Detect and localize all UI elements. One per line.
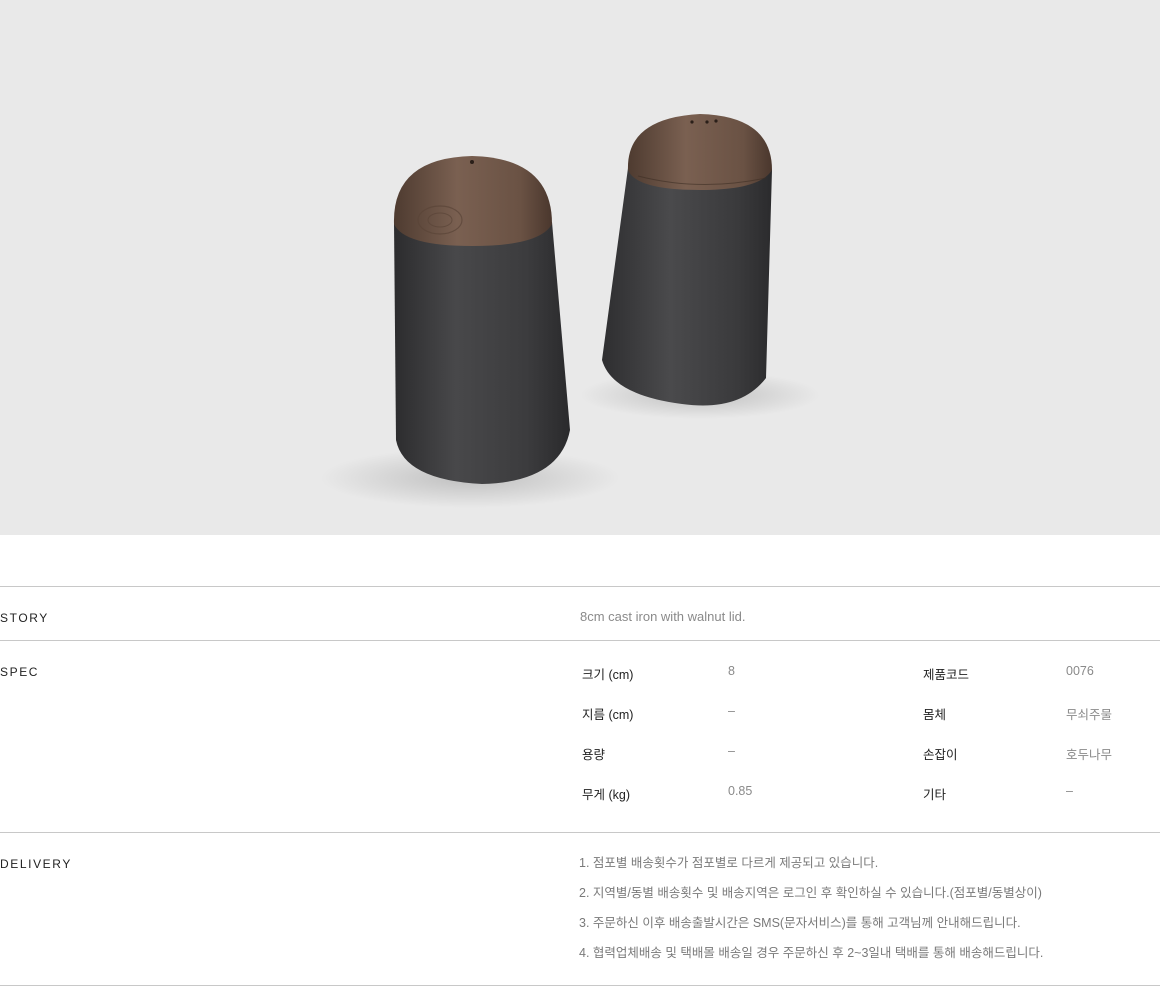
spec-key: 손잡이 — [923, 748, 958, 762]
delivery-label: DELIVERY — [0, 857, 72, 871]
spec-key: 무게 (kg) — [582, 788, 631, 802]
spec-value: 0076 — [1066, 664, 1094, 678]
list-item: 4. 협력업체배송 및 택배몰 배송일 경우 주문하신 후 2~3일내 택배를 … — [579, 946, 1044, 960]
spec-row: 용량 – 손잡이 호두나무 — [580, 734, 1160, 774]
spec-value: – — [728, 704, 735, 718]
delivery-info-list: 1. 점포별 배송횟수가 점포별로 다르게 제공되고 있습니다. 2. 지역별/… — [579, 855, 1043, 975]
story-label: STORY — [0, 611, 49, 625]
spec-row: 무게 (kg) 0.85 기타 – — [580, 774, 1160, 814]
spec-value: 무쇠주물 — [1066, 708, 1113, 722]
story-text: 8cm cast iron with walnut lid. — [580, 609, 746, 624]
salt-pepper-shakers-illustration — [320, 114, 820, 508]
spec-key: 제품코드 — [923, 668, 970, 682]
divider — [0, 640, 1160, 641]
spec-label: SPEC — [0, 665, 40, 679]
product-detail-page: STORY 8cm cast iron with walnut lid. SPE… — [0, 0, 1160, 986]
spec-table: 크기 (cm) 8 제품코드 0076 지름 (cm) – 몸체 무쇠주물 용량… — [580, 654, 1160, 814]
spec-value: 호두나무 — [1066, 748, 1113, 762]
spec-row: 지름 (cm) – 몸체 무쇠주물 — [580, 694, 1160, 734]
divider — [0, 586, 1160, 587]
spec-key: 용량 — [582, 748, 606, 762]
list-item: 3. 주문하신 이후 배송출발시간은 SMS(문자서비스)를 통해 고객님께 안… — [579, 916, 1021, 930]
list-item: 2. 지역별/동별 배송횟수 및 배송지역은 로그인 후 확인하실 수 있습니다… — [579, 886, 1042, 900]
list-item: 1. 점포별 배송횟수가 점포별로 다르게 제공되고 있습니다. — [579, 856, 879, 870]
spec-value: 8 — [728, 664, 735, 678]
spec-key: 지름 (cm) — [582, 708, 634, 722]
spec-value: 0.85 — [728, 784, 753, 798]
divider — [0, 832, 1160, 833]
product-hero-image — [0, 0, 1160, 535]
spec-key: 몸체 — [923, 708, 947, 722]
spec-key: 기타 — [923, 788, 947, 802]
spec-value: – — [728, 744, 735, 758]
spec-key: 크기 (cm) — [582, 668, 634, 682]
spec-row: 크기 (cm) 8 제품코드 0076 — [580, 654, 1160, 694]
spec-value: – — [1066, 784, 1073, 798]
